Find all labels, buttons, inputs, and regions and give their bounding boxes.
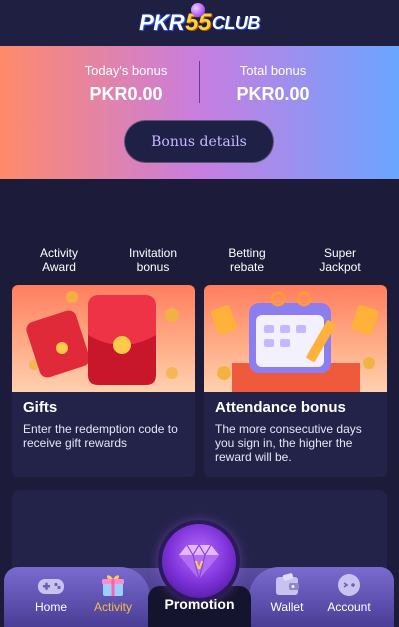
- total-bonus-label: Total bonus: [239, 63, 307, 78]
- calendar-icon: [211, 291, 379, 392]
- tab-label-line1: Activity: [39, 246, 78, 260]
- app-header: PKR 55 CLUB: [0, 0, 399, 46]
- nav-promotion-label: Promotion: [164, 596, 235, 612]
- nav-account[interactable]: Account: [323, 573, 375, 614]
- nav-wallet-label: Wallet: [270, 600, 304, 614]
- attendance-illustration: [204, 285, 387, 392]
- nav-home[interactable]: Home: [26, 575, 76, 614]
- gift-envelope-icon: [26, 291, 179, 385]
- tab-label-line2: rebate: [229, 260, 265, 274]
- total-bonus: Total bonus PKR0.00: [173, 63, 373, 105]
- bonus-details-button[interactable]: Bonus details: [124, 120, 274, 163]
- tab-invitation-bonus[interactable]: Invitation bonus: [113, 246, 193, 274]
- tab-activity-award[interactable]: Activity Award: [19, 246, 99, 274]
- svg-text:V: V: [195, 559, 204, 572]
- attendance-bonus-card[interactable]: Attendance bonus The more consecutive da…: [204, 285, 387, 477]
- tab-label-line2: Award: [42, 260, 76, 274]
- wallet-icon: [276, 573, 299, 595]
- promotion-button[interactable]: V: [162, 524, 236, 598]
- logo-gem-icon: [191, 3, 205, 17]
- diamond-icon: V: [179, 543, 219, 580]
- nav-activity[interactable]: Activity: [88, 573, 138, 614]
- nav-activity-label: Activity: [93, 600, 132, 614]
- nav-home-label: Home: [34, 600, 67, 614]
- tab-super-jackpot[interactable]: Super Jackpot: [300, 246, 380, 274]
- account-face-icon: [338, 574, 360, 596]
- nav-wallet[interactable]: Wallet: [262, 573, 312, 614]
- gifts-description: Enter the redemption code to receive gif…: [23, 422, 178, 450]
- nav-account-label: Account: [327, 600, 371, 614]
- tab-label-line1: Super: [323, 246, 357, 260]
- tab-label-line1: Betting: [228, 246, 266, 260]
- gift-box-icon: [102, 575, 124, 596]
- gamepad-icon: [38, 579, 64, 594]
- tab-label-line2: bonus: [136, 260, 170, 274]
- gifts-card[interactable]: Gifts Enter the redemption code to recei…: [12, 285, 195, 477]
- tab-betting-rebate[interactable]: Betting rebate: [207, 246, 287, 274]
- total-bonus-value: PKR0.00: [236, 84, 310, 104]
- bonus-banner: Today's bonus PKR0.00 Total bonus PKR0.0…: [0, 46, 399, 179]
- logo-text-pkr: PKR: [139, 10, 185, 35]
- tab-label-line1: Invitation: [128, 246, 178, 260]
- attendance-description: The more consecutive days you sign in, t…: [215, 422, 362, 464]
- gifts-title: Gifts: [23, 399, 58, 416]
- gifts-illustration: [12, 285, 195, 392]
- attendance-title: Attendance bonus: [215, 399, 346, 416]
- logo-text-club: CLUB: [211, 12, 261, 33]
- tab-label-line2: Jackpot: [319, 260, 361, 274]
